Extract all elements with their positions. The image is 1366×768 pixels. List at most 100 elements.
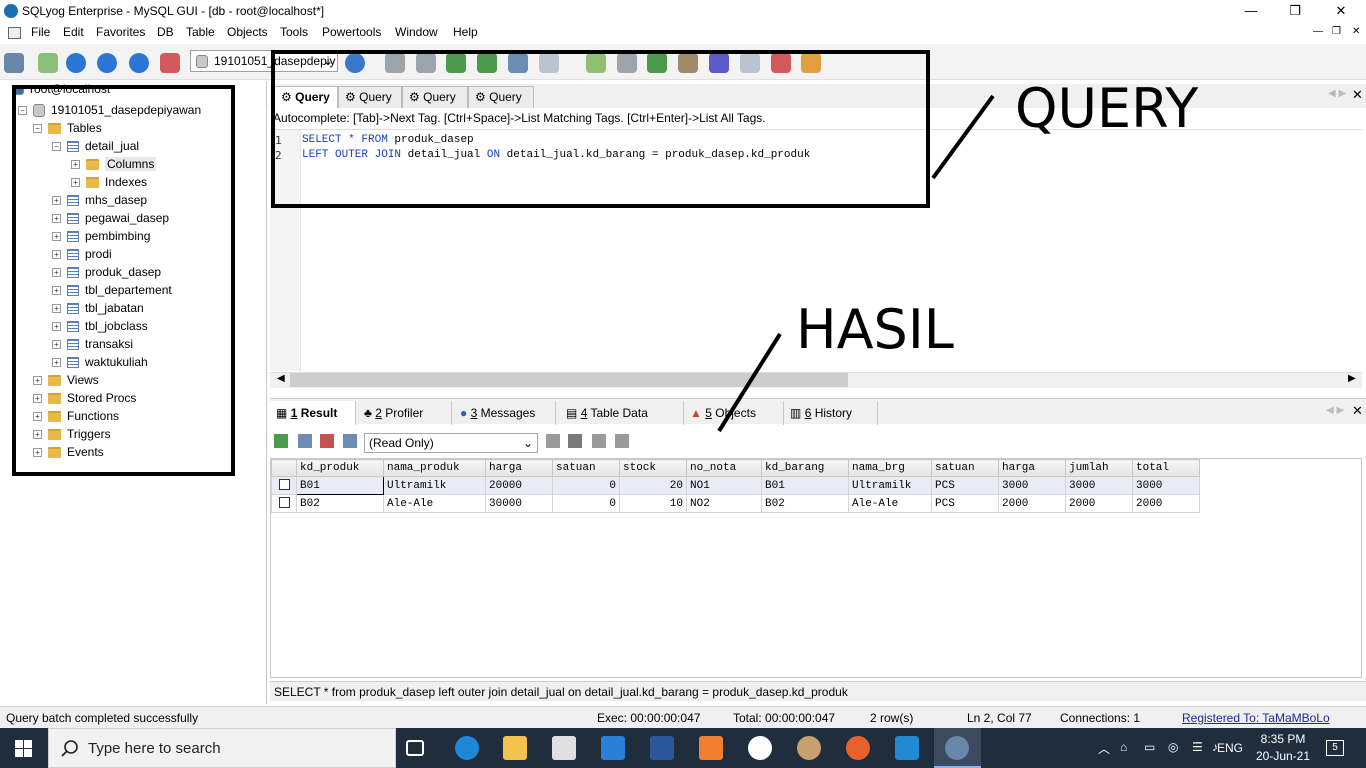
- result-mode-select[interactable]: (Read Only) ⌄: [364, 433, 538, 453]
- table-cell[interactable]: 3000: [998, 476, 1066, 495]
- table-cell[interactable]: 30000: [485, 494, 553, 513]
- table-cell[interactable]: 0: [552, 476, 620, 495]
- menu-help[interactable]: Help: [453, 25, 478, 39]
- schema-icon[interactable]: [160, 53, 180, 73]
- save-icon[interactable]: [343, 434, 357, 448]
- table-cell[interactable]: NO2: [686, 494, 762, 513]
- table-row[interactable]: B02 Ale-Ale 30000 0 10 NO2 B02 Ale-Ale P…: [271, 494, 1200, 513]
- tab-table-data[interactable]: ▤ 4 Table Data: [560, 401, 684, 425]
- table-cell[interactable]: 2000: [1132, 494, 1200, 513]
- scroll-left-icon[interactable]: ◀: [277, 373, 285, 384]
- mdi-close-icon[interactable]: ✕: [1352, 26, 1360, 37]
- table-cell[interactable]: 2000: [1065, 494, 1133, 513]
- close-tab-icon[interactable]: ✕: [1352, 87, 1363, 103]
- menu-file[interactable]: File: [31, 25, 50, 39]
- mail-icon[interactable]: [601, 736, 625, 760]
- menu-table[interactable]: Table: [186, 25, 215, 39]
- close-button[interactable]: ✕: [1318, 0, 1364, 22]
- table-cell[interactable]: B01: [296, 476, 384, 495]
- column-header[interactable]: satuan: [931, 459, 999, 477]
- column-header[interactable]: stock: [619, 459, 687, 477]
- vscode-icon[interactable]: [895, 736, 919, 760]
- minimize-button[interactable]: —: [1228, 0, 1274, 22]
- table-cell[interactable]: 3000: [1065, 476, 1133, 495]
- edge-icon[interactable]: [455, 736, 479, 760]
- table-cell[interactable]: 0: [552, 494, 620, 513]
- column-header[interactable]: kd_produk: [296, 459, 384, 477]
- close-tab-icon[interactable]: ✕: [1352, 403, 1363, 419]
- table-row[interactable]: B01 Ultramilk 20000 0 20 NO1 B01 Ultrami…: [271, 476, 1200, 495]
- table-cell[interactable]: NO1: [686, 476, 762, 495]
- tab-history[interactable]: ▥ 6 History: [784, 401, 878, 425]
- windows-start-icon[interactable]: [15, 740, 32, 757]
- menu-edit[interactable]: Edit: [63, 25, 84, 39]
- text-view-icon[interactable]: [592, 434, 606, 448]
- tab-messages[interactable]: ● 3 Messages: [454, 401, 556, 425]
- table-cell[interactable]: Ale-Ale: [383, 494, 486, 513]
- table-cell[interactable]: 3000: [1132, 476, 1200, 495]
- scroll-right-icon[interactable]: ▶: [1348, 373, 1356, 384]
- column-header[interactable]: nama_brg: [848, 459, 932, 477]
- column-header[interactable]: satuan: [552, 459, 620, 477]
- checkbox-icon[interactable]: [278, 479, 290, 491]
- checkbox-icon[interactable]: [278, 497, 290, 509]
- menu-db[interactable]: DB: [157, 25, 174, 39]
- execute-icon[interactable]: [66, 53, 86, 73]
- column-header[interactable]: harga: [998, 459, 1066, 477]
- tab-result[interactable]: ▦ 1 Result: [270, 401, 356, 425]
- menu-powertools[interactable]: Powertools: [322, 25, 381, 39]
- table-cell[interactable]: Ultramilk: [383, 476, 486, 495]
- grid-icon[interactable]: [568, 434, 582, 448]
- table-cell[interactable]: PCS: [931, 476, 999, 495]
- refresh-icon[interactable]: [129, 53, 149, 73]
- notification-icon[interactable]: 5: [1326, 740, 1344, 756]
- mdi-minimize-icon[interactable]: —: [1313, 26, 1323, 37]
- delete-icon[interactable]: [320, 434, 334, 448]
- tabs-scroll-icon[interactable]: ◀ ▶: [1328, 88, 1346, 99]
- taskbar-search[interactable]: Type here to search: [48, 728, 396, 768]
- table-cell[interactable]: B02: [761, 494, 849, 513]
- registered-link[interactable]: Registered To: TaMaMBoLo: [1182, 711, 1330, 725]
- menu-window[interactable]: Window: [395, 25, 438, 39]
- table-cell[interactable]: PCS: [931, 494, 999, 513]
- file-explorer-icon[interactable]: [503, 736, 527, 760]
- table-cell[interactable]: B01: [761, 476, 849, 495]
- tray-chevron-up-icon[interactable]: ︿: [1098, 740, 1110, 757]
- column-header[interactable]: total: [1132, 459, 1200, 477]
- table-cell[interactable]: 20000: [485, 476, 553, 495]
- filter-icon[interactable]: [546, 434, 560, 448]
- table-cell[interactable]: 10: [619, 494, 687, 513]
- paint-icon[interactable]: [797, 736, 821, 760]
- form-view-icon[interactable]: [615, 434, 629, 448]
- firefox-icon[interactable]: [846, 736, 870, 760]
- clock-date[interactable]: 20-Jun-21: [1252, 749, 1314, 763]
- table-cell[interactable]: 20: [619, 476, 687, 495]
- tray-battery-icon[interactable]: ▭: [1144, 740, 1155, 754]
- xampp-icon[interactable]: [699, 736, 723, 760]
- task-view-icon[interactable]: [406, 740, 424, 756]
- tabs-scroll-icon[interactable]: ◀ ▶: [1326, 405, 1344, 416]
- clock-time[interactable]: 8:35 PM: [1256, 732, 1310, 746]
- word-icon[interactable]: [650, 736, 674, 760]
- mdi-restore-icon[interactable]: ❐: [1332, 26, 1341, 37]
- column-header[interactable]: nama_produk: [383, 459, 486, 477]
- tray-wifi-icon[interactable]: ☰: [1192, 740, 1203, 754]
- row-checkbox[interactable]: [271, 494, 297, 513]
- table-cell[interactable]: Ale-Ale: [848, 494, 932, 513]
- column-header[interactable]: kd_barang: [761, 459, 849, 477]
- connect-icon[interactable]: [4, 53, 24, 73]
- new-connection-icon[interactable]: [38, 53, 58, 73]
- maximize-button[interactable]: ❐: [1272, 0, 1318, 22]
- app-icon[interactable]: [748, 736, 772, 760]
- tab-profiler[interactable]: ♣ 2 Profiler: [358, 401, 452, 425]
- tray-globe-icon[interactable]: ◎: [1168, 740, 1178, 754]
- column-header[interactable]: harga: [485, 459, 553, 477]
- column-header[interactable]: jumlah: [1065, 459, 1133, 477]
- table-cell[interactable]: B02: [296, 494, 384, 513]
- menu-tools[interactable]: Tools: [280, 25, 308, 39]
- input-language[interactable]: ENG: [1217, 741, 1243, 755]
- store-icon[interactable]: [552, 736, 576, 760]
- menu-favorites[interactable]: Favorites: [96, 25, 145, 39]
- menu-objects[interactable]: Objects: [227, 25, 268, 39]
- execute-all-icon[interactable]: [97, 53, 117, 73]
